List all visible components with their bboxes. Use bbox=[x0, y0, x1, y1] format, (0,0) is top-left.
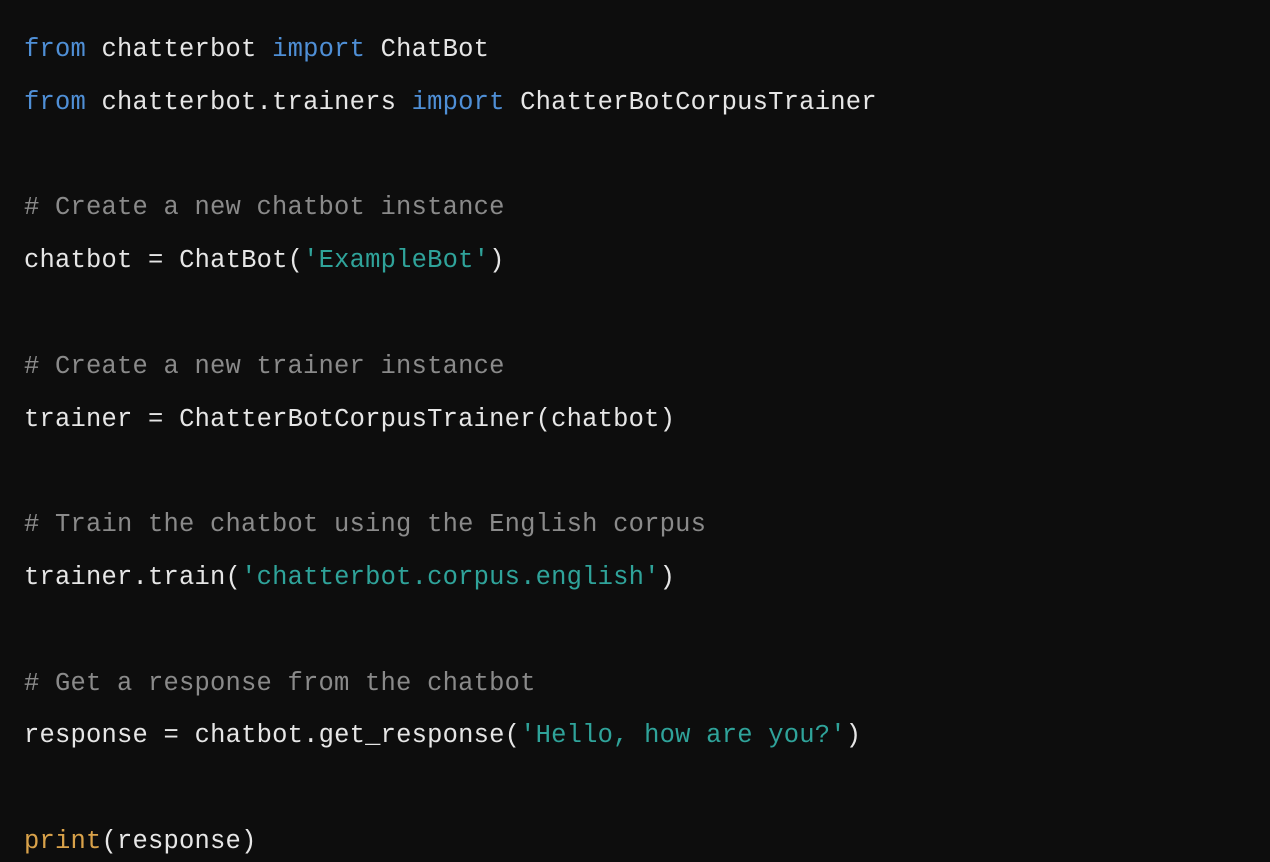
code-token: from bbox=[24, 35, 86, 64]
code-token: trainer.train bbox=[24, 563, 226, 592]
code-line: print(response) bbox=[24, 827, 257, 856]
code-token: ( bbox=[226, 563, 242, 592]
code-line: # Create a new chatbot instance bbox=[24, 193, 505, 222]
code-line: response = chatbot.get_response('Hello, … bbox=[24, 721, 861, 750]
code-token: chatterbot bbox=[102, 35, 257, 64]
code-token: chatbot bbox=[551, 405, 660, 434]
code-token bbox=[133, 246, 149, 275]
code-token: # Create a new trainer instance bbox=[24, 352, 505, 381]
code-line: from chatterbot import ChatBot bbox=[24, 35, 489, 64]
code-token: ) bbox=[660, 405, 676, 434]
code-token bbox=[133, 405, 149, 434]
code-token: 'ExampleBot' bbox=[303, 246, 489, 275]
code-line: trainer = ChatterBotCorpusTrainer(chatbo… bbox=[24, 405, 675, 434]
code-token: ( bbox=[536, 405, 552, 434]
code-token: 'chatterbot.corpus.english' bbox=[241, 563, 660, 592]
code-token: from bbox=[24, 88, 86, 117]
code-token: ) bbox=[241, 827, 257, 856]
code-token: trainer bbox=[24, 405, 133, 434]
code-token: ChatterBotCorpusTrainer bbox=[179, 405, 536, 434]
code-token: import bbox=[272, 35, 365, 64]
code-token bbox=[396, 88, 412, 117]
code-token: ) bbox=[846, 721, 862, 750]
code-block: from chatterbot import ChatBot from chat… bbox=[0, 0, 1270, 862]
code-line: chatbot = ChatBot('ExampleBot') bbox=[24, 246, 505, 275]
code-token: = bbox=[164, 721, 180, 750]
code-token: ChatBot bbox=[381, 35, 490, 64]
code-token: # Get a response from the chatbot bbox=[24, 669, 536, 698]
code-token bbox=[365, 35, 381, 64]
code-token bbox=[86, 88, 102, 117]
code-token: = bbox=[148, 405, 164, 434]
code-token: ) bbox=[489, 246, 505, 275]
code-line: # Create a new trainer instance bbox=[24, 352, 505, 381]
code-token bbox=[86, 35, 102, 64]
code-line: # Get a response from the chatbot bbox=[24, 669, 536, 698]
code-token bbox=[148, 721, 164, 750]
code-token: ChatBot bbox=[179, 246, 288, 275]
code-token: chatterbot.trainers bbox=[102, 88, 397, 117]
code-token: 'Hello, how are you?' bbox=[520, 721, 846, 750]
code-token: import bbox=[412, 88, 505, 117]
code-token: ( bbox=[288, 246, 304, 275]
code-token: chatbot.get_response bbox=[195, 721, 505, 750]
code-token: ) bbox=[660, 563, 676, 592]
code-token bbox=[505, 88, 521, 117]
code-token: response bbox=[24, 721, 148, 750]
code-line: trainer.train('chatterbot.corpus.english… bbox=[24, 563, 675, 592]
code-token bbox=[179, 721, 195, 750]
code-token: ( bbox=[505, 721, 521, 750]
code-line: # Train the chatbot using the English co… bbox=[24, 510, 706, 539]
code-token: chatbot bbox=[24, 246, 133, 275]
code-token: ChatterBotCorpusTrainer bbox=[520, 88, 877, 117]
code-token bbox=[164, 405, 180, 434]
code-line: from chatterbot.trainers import ChatterB… bbox=[24, 88, 877, 117]
code-token: = bbox=[148, 246, 164, 275]
code-token: ( bbox=[102, 827, 118, 856]
code-token: response bbox=[117, 827, 241, 856]
code-token: # Train the chatbot using the English co… bbox=[24, 510, 706, 539]
code-token bbox=[164, 246, 180, 275]
code-token: # Create a new chatbot instance bbox=[24, 193, 505, 222]
code-token: print bbox=[24, 827, 102, 856]
code-token bbox=[257, 35, 273, 64]
